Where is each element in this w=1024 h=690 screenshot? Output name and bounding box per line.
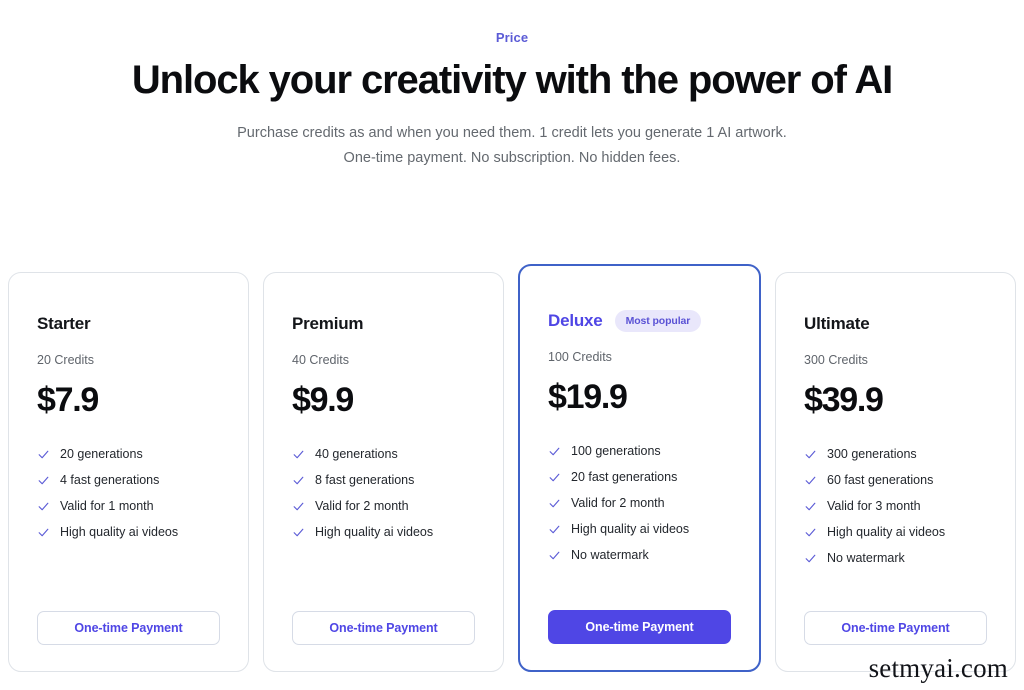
- feature-label: 40 generations: [315, 447, 398, 461]
- plan-credits: 300 Credits: [804, 353, 868, 367]
- feature-item: 20 generations: [37, 447, 220, 462]
- feature-label: 8 fast generations: [315, 473, 415, 487]
- feature-item: Valid for 3 month: [804, 499, 987, 514]
- plan-name: Premium: [292, 314, 364, 333]
- feature-label: 20 generations: [60, 447, 143, 461]
- check-icon: [548, 445, 561, 458]
- check-icon: [292, 526, 305, 539]
- plan-name: Starter: [37, 314, 91, 333]
- feature-item: 20 fast generations: [548, 470, 731, 485]
- feature-item: 100 generations: [548, 444, 731, 459]
- card-header: Deluxe Most popular: [548, 310, 731, 332]
- plan-price: $7.9: [37, 381, 99, 419]
- card-header: Ultimate: [804, 313, 987, 335]
- check-icon: [548, 523, 561, 536]
- one-time-payment-button[interactable]: One-time Payment: [804, 611, 987, 645]
- one-time-payment-button[interactable]: One-time Payment: [548, 610, 731, 644]
- plan-price: $19.9: [548, 378, 628, 416]
- pricing-card: Deluxe Most popular 100 Credits $19.9 100 ge…: [518, 264, 761, 672]
- page-subtitle: Purchase credits as and when you need th…: [237, 124, 787, 166]
- feature-item: 40 generations: [292, 447, 475, 462]
- feature-label: No watermark: [571, 548, 649, 562]
- plan-price: $9.9: [292, 381, 354, 419]
- check-icon: [804, 552, 817, 565]
- feature-list: 20 generations 4 fast generations Valid fo…: [37, 447, 220, 540]
- page-title: Unlock your creativity with the power of…: [131, 58, 893, 102]
- feature-item: No watermark: [804, 551, 987, 566]
- plan-name: Deluxe: [548, 311, 603, 330]
- pricing-page: Price Unlock your creativity with the po…: [0, 0, 1024, 690]
- feature-label: Valid for 3 month: [827, 499, 921, 513]
- feature-item: 4 fast generations: [37, 473, 220, 488]
- plan-name: Ultimate: [804, 314, 870, 333]
- feature-label: High quality ai videos: [827, 525, 946, 539]
- check-icon: [804, 448, 817, 461]
- feature-item: High quality ai videos: [548, 522, 731, 537]
- pricing-card-list: Starter 20 Credits $7.9 20 generations 4 fas…: [0, 264, 1024, 672]
- feature-label: 4 fast generations: [60, 473, 160, 487]
- check-icon: [804, 500, 817, 513]
- feature-item: Valid for 1 month: [37, 499, 220, 514]
- check-icon: [804, 474, 817, 487]
- check-icon: [37, 474, 50, 487]
- plan-credits: 40 Credits: [292, 353, 349, 367]
- feature-item: 300 generations: [804, 447, 987, 462]
- plan-price: $39.9: [804, 381, 884, 419]
- one-time-payment-button[interactable]: One-time Payment: [37, 611, 220, 645]
- feature-label: Valid for 1 month: [60, 499, 154, 513]
- feature-label: 100 generations: [571, 444, 661, 458]
- feature-label: Valid for 2 month: [571, 496, 665, 510]
- feature-item: Valid for 2 month: [548, 496, 731, 511]
- site-watermark: setmyai.com: [868, 653, 1008, 683]
- card-header: Starter: [37, 313, 220, 335]
- check-icon: [37, 500, 50, 513]
- check-icon: [292, 474, 305, 487]
- page-header: Price Unlock your creativity with the po…: [0, 0, 1024, 171]
- feature-list: 40 generations 8 fast generations Valid fo…: [292, 447, 475, 540]
- check-icon: [548, 497, 561, 510]
- check-icon: [548, 471, 561, 484]
- feature-label: 20 fast generations: [571, 470, 678, 484]
- feature-item: 60 fast generations: [804, 473, 987, 488]
- feature-label: Valid for 2 month: [315, 499, 409, 513]
- check-icon: [37, 526, 50, 539]
- feature-item: 8 fast generations: [292, 473, 475, 488]
- feature-label: 300 generations: [827, 447, 917, 461]
- feature-item: No watermark: [548, 548, 731, 563]
- feature-label: No watermark: [827, 551, 905, 565]
- section-eyebrow: Price: [495, 30, 529, 45]
- one-time-payment-button[interactable]: One-time Payment: [292, 611, 475, 645]
- check-icon: [292, 500, 305, 513]
- plan-credits: 100 Credits: [548, 350, 612, 364]
- check-icon: [548, 549, 561, 562]
- feature-item: High quality ai videos: [292, 525, 475, 540]
- feature-item: High quality ai videos: [804, 525, 987, 540]
- check-icon: [804, 526, 817, 539]
- feature-label: High quality ai videos: [571, 522, 690, 536]
- pricing-card: Ultimate 300 Credits $39.9 300 generations 6…: [775, 272, 1016, 672]
- feature-item: Valid for 2 month: [292, 499, 475, 514]
- feature-label: 60 fast generations: [827, 473, 934, 487]
- feature-list: 300 generations 60 fast generations Valid …: [804, 447, 987, 566]
- card-header: Premium: [292, 313, 475, 335]
- check-icon: [292, 448, 305, 461]
- feature-label: High quality ai videos: [60, 525, 179, 539]
- feature-list: 100 generations 20 fast generations Valid …: [548, 444, 731, 563]
- feature-label: High quality ai videos: [315, 525, 434, 539]
- most-popular-badge: Most popular: [614, 310, 702, 332]
- plan-credits: 20 Credits: [37, 353, 94, 367]
- pricing-card: Starter 20 Credits $7.9 20 generations 4 fas…: [8, 272, 249, 672]
- pricing-card: Premium 40 Credits $9.9 40 generations 8 fas…: [263, 272, 504, 672]
- check-icon: [37, 448, 50, 461]
- feature-item: High quality ai videos: [37, 525, 220, 540]
